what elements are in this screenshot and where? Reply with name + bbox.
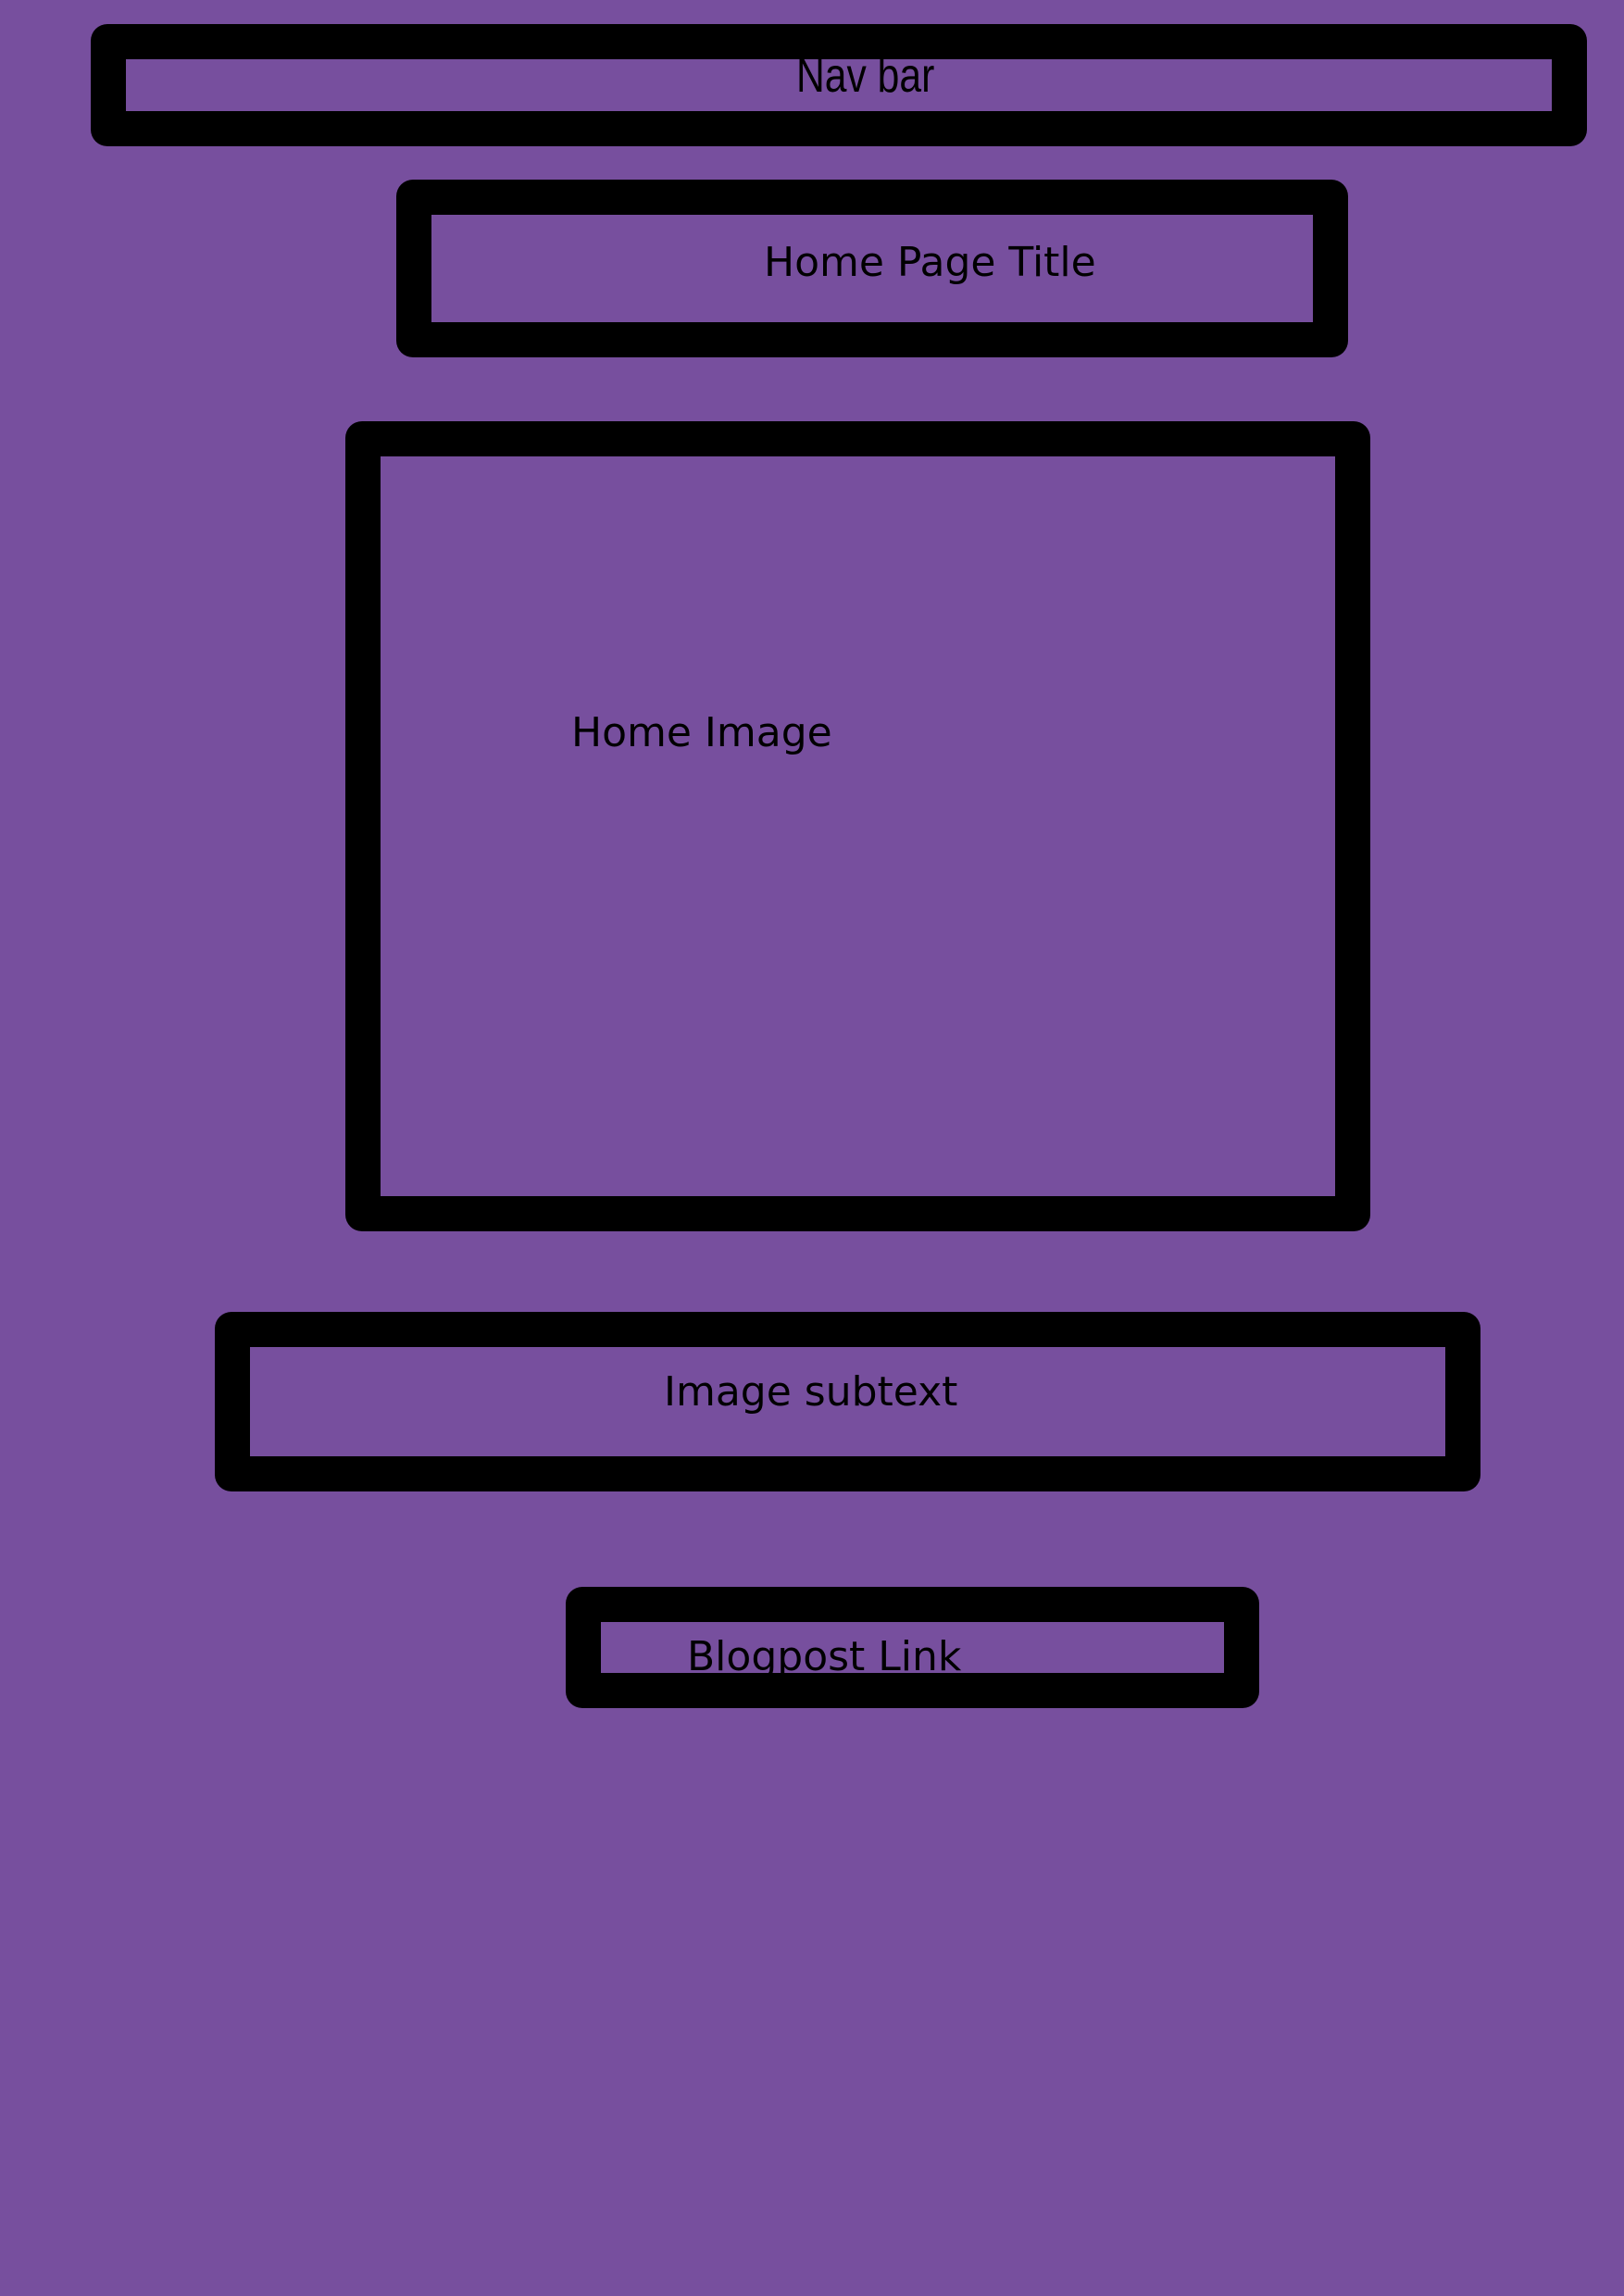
blogpost-link-label: Blogpost Link <box>687 1633 962 1680</box>
home-page-title-label: Home Page Title <box>764 239 1096 286</box>
image-subtext-label: Image subtext <box>664 1368 958 1416</box>
home-image-box <box>345 421 1370 1231</box>
nav-bar-label: Nav bar <box>796 49 935 103</box>
home-image-label: Home Image <box>571 709 832 756</box>
